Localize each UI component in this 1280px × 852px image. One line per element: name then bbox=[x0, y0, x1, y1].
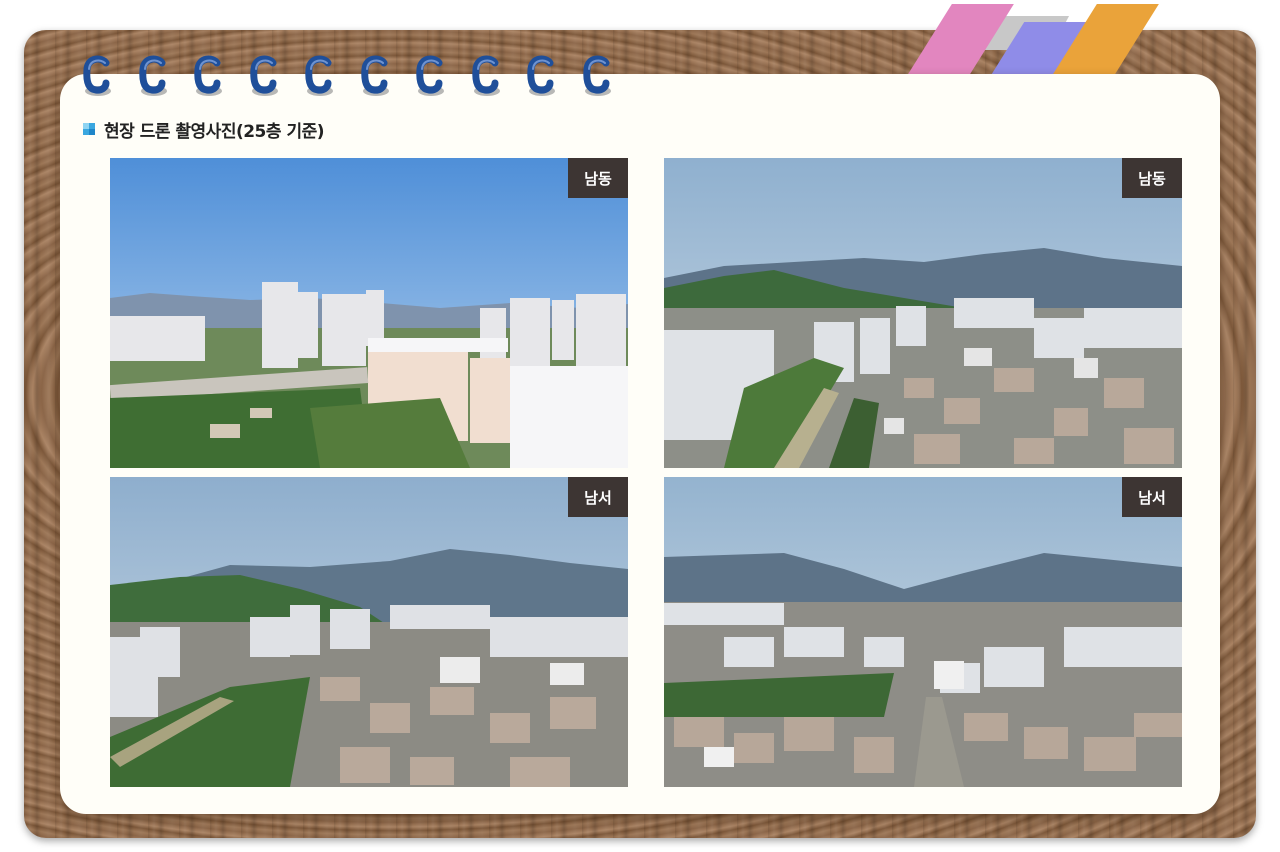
binding-ring bbox=[302, 55, 338, 99]
binding-ring bbox=[580, 55, 616, 99]
drone-aerial-city-and-mountains-photo bbox=[664, 158, 1182, 468]
section-header: 현장 드론 촬영사진(25층 기준) bbox=[82, 116, 325, 142]
drone-aerial-city-and-mountains-photo bbox=[110, 477, 628, 787]
binding-ring bbox=[191, 55, 227, 99]
binding-ring bbox=[469, 55, 505, 99]
drone-photo-4: 남서 bbox=[664, 477, 1182, 787]
drone-photo-2: 남동 bbox=[664, 158, 1182, 468]
direction-label: 남서 bbox=[1122, 477, 1182, 517]
drone-aerial-apartment-complex-photo bbox=[110, 158, 628, 468]
binding-ring bbox=[80, 55, 116, 99]
section-title: 현장 드론 촬영사진(25층 기준) bbox=[104, 121, 325, 142]
direction-label: 남서 bbox=[568, 477, 628, 517]
blue-square-bullet-icon bbox=[82, 122, 96, 136]
drone-aerial-city-and-mountains-photo bbox=[664, 477, 1182, 787]
direction-label: 남동 bbox=[1122, 158, 1182, 198]
direction-label: 남동 bbox=[568, 158, 628, 198]
drone-photo-3: 남서 bbox=[110, 477, 628, 787]
drone-photo-1: 남동 bbox=[110, 158, 628, 468]
binding-ring bbox=[524, 55, 560, 99]
binding-ring bbox=[136, 55, 172, 99]
binding-ring bbox=[247, 55, 283, 99]
spiral-binding bbox=[80, 55, 640, 103]
binding-ring bbox=[413, 55, 449, 99]
binding-ring bbox=[358, 55, 394, 99]
